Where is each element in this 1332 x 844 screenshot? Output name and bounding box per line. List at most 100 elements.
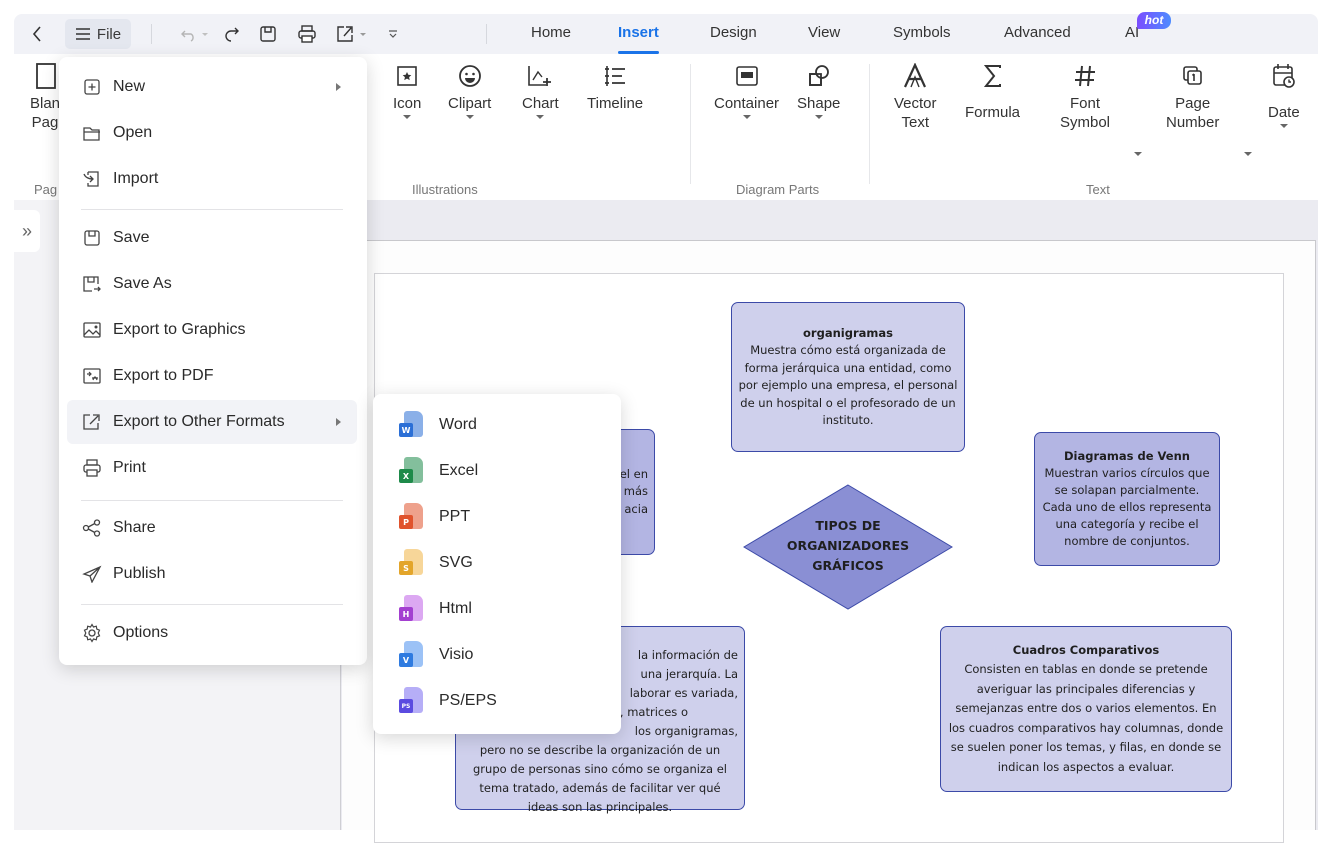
node-venn[interactable]: Diagramas de Venn Muestran varios círcul…	[1034, 432, 1220, 566]
blank-page-button[interactable]: Blan Pag	[30, 60, 60, 132]
printer-icon	[83, 459, 101, 477]
blank-page-label-2: Pag	[31, 114, 59, 131]
clipart-label: Clipart	[448, 95, 492, 112]
menu-item-import[interactable]: Import	[67, 157, 357, 201]
menu-divider	[81, 500, 343, 501]
blank-page-label: Blan	[30, 95, 61, 112]
menu-item-publish[interactable]: Publish	[67, 552, 357, 596]
vector-text-button[interactable]: Vector Text	[894, 60, 937, 132]
page-number-button[interactable]: Page Number	[1166, 60, 1219, 132]
menu-item-label: Print	[113, 459, 146, 476]
node-line: pero no se describe la organización de u…	[479, 743, 721, 757]
expand-sidebar-button[interactable]: »	[14, 210, 40, 252]
save-button[interactable]	[255, 19, 281, 49]
formula-button[interactable]: Formula	[965, 60, 1020, 122]
submenu-item-label: PPT	[439, 508, 471, 525]
timeline-button[interactable]: Timeline	[587, 60, 643, 113]
shapes-icon	[808, 65, 829, 86]
submenu-item-label: Word	[439, 416, 477, 433]
menu-item-new[interactable]: New	[67, 65, 357, 109]
clipart-button[interactable]: Clipart	[448, 60, 491, 119]
icon-button[interactable]: Icon	[393, 60, 421, 119]
node-title: Diagramas de Venn	[1064, 449, 1190, 463]
menu-item-share[interactable]: Share	[67, 506, 357, 550]
chevron-down-icon	[389, 30, 397, 38]
chart-button[interactable]: Chart	[522, 60, 559, 119]
tab-advanced[interactable]: Advanced	[1004, 14, 1071, 54]
share-icon	[82, 519, 101, 537]
export-svg[interactable]: S SVG	[381, 540, 613, 586]
html-icon: H	[399, 595, 423, 623]
submenu-item-label: SVG	[439, 554, 473, 571]
import-icon	[83, 171, 99, 187]
ppt-icon: P	[399, 503, 423, 531]
page-number-dropdown[interactable]	[1244, 152, 1252, 156]
export-visio[interactable]: V Visio	[381, 632, 613, 678]
menu-item-label: New	[113, 78, 146, 95]
divider	[486, 24, 487, 44]
undo-button[interactable]	[177, 19, 213, 49]
sigma-icon	[983, 65, 1001, 87]
font-symbol-dropdown[interactable]	[1134, 152, 1142, 156]
app-window: File Home Insert Design View Symbols Adv…	[14, 12, 1318, 843]
export-ppt[interactable]: P PPT	[381, 494, 613, 540]
node-title: organigramas	[803, 325, 893, 340]
undo-icon	[181, 30, 208, 42]
menu-item-print[interactable]: Print	[67, 446, 357, 490]
export-button[interactable]	[332, 19, 372, 49]
redo-icon	[225, 27, 239, 42]
node-line: tema tratado, además de facilitar ver qu…	[479, 781, 721, 795]
print-button[interactable]	[294, 19, 320, 49]
chevron-left-icon	[32, 26, 41, 42]
export-html[interactable]: H Html	[381, 586, 613, 632]
menu-item-export-graphics[interactable]: Export to Graphics	[67, 308, 357, 352]
menu-item-export-pdf[interactable]: Export to PDF	[67, 354, 357, 398]
export-excel[interactable]: X Excel	[381, 448, 613, 494]
node-organigramas[interactable]: organigramas Muestra cómo está organizad…	[731, 302, 965, 452]
vector-text-label: Vector	[894, 95, 937, 112]
container-button[interactable]: Container	[714, 60, 779, 119]
submenu-item-label: Html	[439, 600, 472, 617]
menu-item-export-other[interactable]: Export to Other Formats	[67, 400, 357, 444]
save-as-icon	[83, 276, 101, 292]
redo-button[interactable]	[220, 19, 244, 49]
icon-label: Icon	[393, 95, 422, 112]
tab-design[interactable]: Design	[710, 14, 757, 54]
save-icon	[260, 26, 276, 42]
tab-symbols[interactable]: Symbols	[893, 14, 951, 54]
submenu-item-label: PS/EPS	[439, 692, 497, 709]
menu-item-label: Save As	[113, 275, 172, 292]
excel-icon: X	[399, 457, 423, 485]
quick-access-dropdown[interactable]	[382, 19, 404, 49]
menu-item-options[interactable]: Options	[67, 611, 357, 655]
export-word[interactable]: W Word	[381, 402, 613, 448]
plus-square-icon	[84, 79, 100, 95]
tab-view[interactable]: View	[808, 14, 840, 54]
node-line: ideas son las principales.	[527, 800, 673, 814]
container-icon	[735, 66, 758, 86]
menu-item-save-as[interactable]: Save As	[67, 262, 357, 306]
shape-label: Shape	[797, 95, 841, 112]
file-menu: New Open Import Save Save As Export to G…	[59, 57, 367, 665]
export-ps-eps[interactable]: PS PS/EPS	[381, 678, 613, 724]
star-frame-icon	[397, 66, 417, 86]
date-button[interactable]: Date	[1268, 60, 1300, 128]
chart-label: Chart	[522, 95, 559, 112]
image-export-icon	[83, 322, 101, 338]
node-comparativos[interactable]: Cuadros Comparativos Consisten en tablas…	[940, 626, 1232, 792]
shape-button[interactable]: Shape	[797, 60, 840, 119]
submenu-arrow-icon	[336, 418, 341, 426]
tab-insert[interactable]: Insert	[618, 14, 659, 54]
gear-icon	[83, 623, 101, 643]
file-menu-button[interactable]: File	[65, 19, 131, 49]
tab-home[interactable]: Home	[531, 14, 571, 54]
menu-item-open[interactable]: Open	[67, 111, 357, 155]
submenu-item-label: Excel	[439, 462, 479, 479]
hot-badge: hot	[1137, 12, 1171, 29]
timeline-icon	[605, 66, 626, 86]
menu-item-label: Export to PDF	[113, 367, 214, 384]
menu-divider	[81, 604, 343, 605]
menu-item-save[interactable]: Save	[67, 216, 357, 260]
font-symbol-button[interactable]: Font Symbol	[1060, 60, 1110, 132]
back-button[interactable]	[24, 19, 50, 49]
